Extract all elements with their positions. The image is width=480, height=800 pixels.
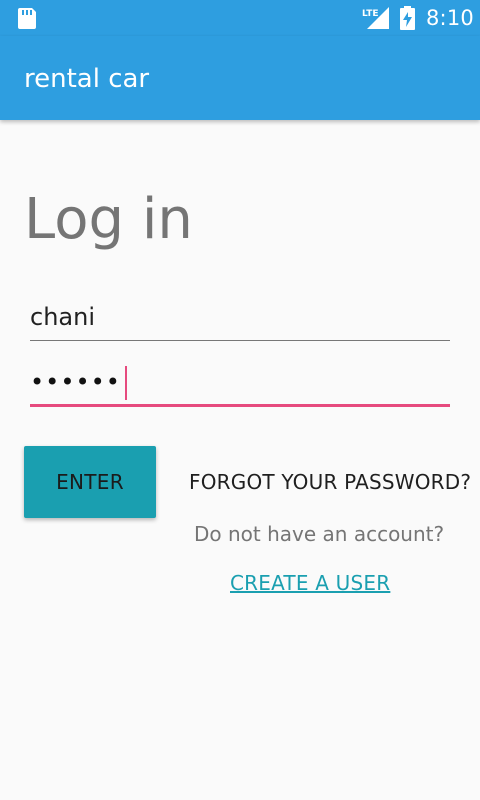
password-field[interactable]: ••••••	[30, 364, 450, 407]
enter-button[interactable]: ENTER	[24, 446, 156, 518]
username-value[interactable]: chani	[30, 301, 95, 333]
create-user-link[interactable]: CREATE A USER	[230, 569, 390, 597]
svg-text:LTE: LTE	[362, 9, 379, 19]
password-value[interactable]: ••••••	[30, 364, 121, 400]
text-cursor	[125, 366, 127, 400]
login-screen: Log in chani •••••• ENTER FORGOT YOUR PA…	[0, 120, 480, 800]
status-bar: LTE 8:10	[0, 0, 480, 36]
username-field[interactable]: chani	[30, 298, 450, 341]
app-bar: rental car	[0, 36, 480, 120]
sd-card-icon	[18, 8, 36, 29]
no-account-text: Do not have an account?	[194, 522, 445, 546]
status-time: 8:10	[426, 6, 474, 30]
lte-signal-icon: LTE	[362, 7, 389, 29]
page-title: Log in	[24, 187, 193, 252]
battery-charging-icon	[400, 6, 415, 30]
forgot-password-link[interactable]: FORGOT YOUR PASSWORD?	[189, 468, 471, 496]
app-title: rental car	[24, 64, 150, 94]
